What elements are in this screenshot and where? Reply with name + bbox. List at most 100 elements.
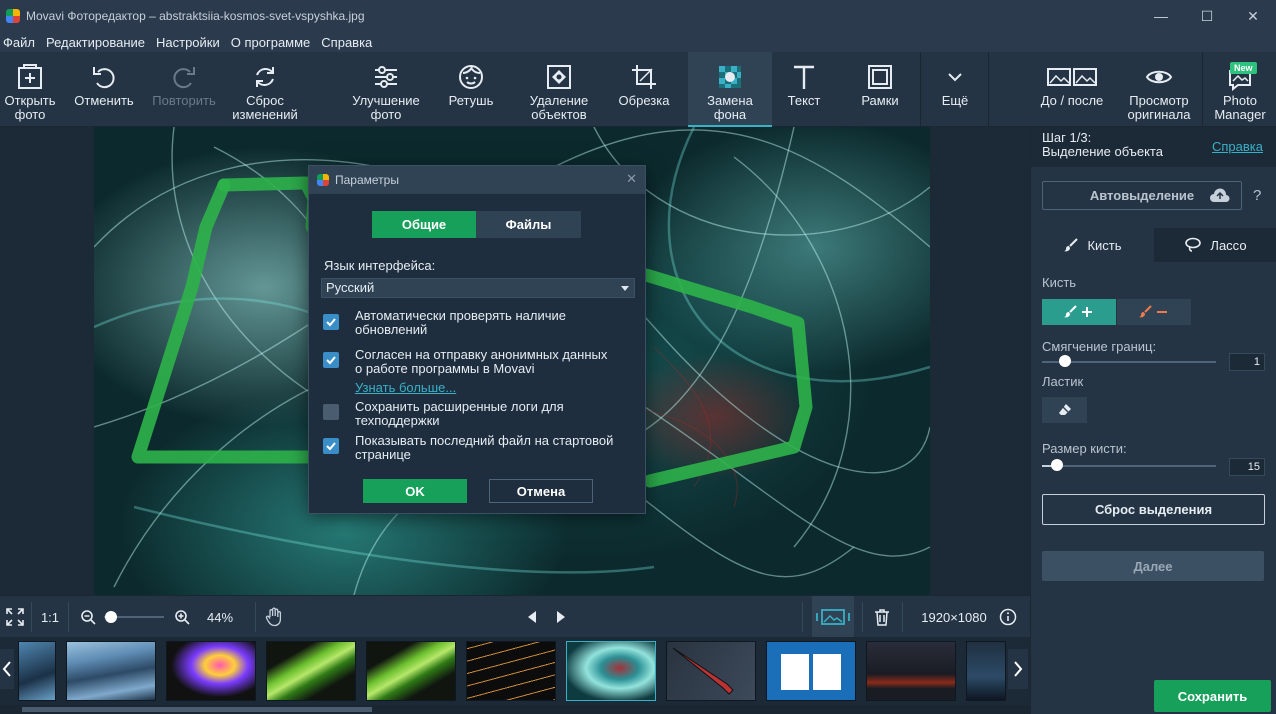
hand-icon [265,607,282,627]
remove-objects-button[interactable]: Удаление объектов [516,52,602,127]
thumbnail[interactable] [766,641,856,701]
menu-settings[interactable]: Настройки [153,35,228,50]
checkbox-auto-update[interactable] [323,314,339,330]
zoom-slider-handle[interactable] [105,611,118,623]
window-title: Movavi Фоторедактор – abstraktsiia-kosmo… [26,9,365,23]
brush-subtract-button[interactable] [1117,299,1191,325]
thumbnail[interactable] [966,641,1006,701]
reset-selection-button[interactable]: Сброс выделения [1042,494,1265,525]
next-image-button[interactable] [549,596,573,638]
frames-button[interactable]: Рамки [852,52,908,127]
checkbox-extended-logs[interactable] [323,404,339,420]
thumbnail[interactable] [166,641,256,701]
thumbnail[interactable] [66,641,156,701]
tab-files[interactable]: Файлы [476,211,581,238]
filmstrip-next-button[interactable] [1008,649,1028,689]
undo-button[interactable]: Отменить [66,52,142,127]
thumbnail[interactable] [266,641,356,701]
minimize-button[interactable]: — [1138,0,1184,32]
cancel-button[interactable]: Отмена [489,479,593,503]
filmstrip-prev-button[interactable] [0,649,14,689]
thumbnail[interactable] [18,641,56,701]
redo-button[interactable]: Повторить [146,52,222,127]
checkbox-show-last-file[interactable] [323,438,339,454]
fit-screen-icon [6,608,24,626]
auto-update-label: Автоматически проверять наличие обновлен… [355,308,566,337]
text-button[interactable]: Текст [776,52,832,127]
horizontal-scrollbar[interactable] [0,705,1030,714]
pan-tool-button[interactable] [262,596,286,638]
checkmark-icon [326,318,336,327]
text-label: Текст [787,93,821,108]
tab-lasso[interactable]: Лассо [1154,228,1276,262]
feather-label: Смягчение границ: [1042,339,1157,354]
auto-select-help-icon[interactable]: ? [1253,187,1261,204]
language-select[interactable]: Русский [321,278,635,298]
menu-edit[interactable]: Редактирование [43,35,153,50]
face-icon [457,60,485,94]
eraser-icon [1058,404,1071,415]
zoom-out-button[interactable] [76,596,100,638]
fit-screen-button[interactable] [0,596,30,638]
close-window-button[interactable]: ✕ [1230,0,1276,32]
tab-brush[interactable]: Кисть [1031,228,1154,262]
scrollbar-thumb[interactable] [22,707,372,712]
checkmark-icon [326,442,336,451]
thumbnail-selected[interactable] [566,641,656,701]
tab-general[interactable]: Общие [372,211,476,238]
thumbnail[interactable] [666,641,756,701]
crop-icon [630,60,658,94]
auto-select-button[interactable]: Автовыделение [1042,181,1242,210]
save-button[interactable]: Сохранить [1154,680,1271,712]
divider [862,602,863,632]
actual-size-button[interactable]: 1:1 [34,596,66,638]
delete-image-button[interactable] [868,596,896,638]
sliders-icon [372,60,400,94]
previous-image-button[interactable] [520,596,544,638]
zoom-in-button[interactable] [170,596,194,638]
filmstrip-icon [816,609,850,625]
triangle-left-icon [528,611,536,623]
reset-changes-label: Сброс изменений [232,93,298,122]
before-after-button[interactable]: До / после [1030,52,1114,127]
more-button[interactable]: Ещё [924,52,986,127]
before-after-label: До / после [1040,93,1104,108]
feather-value-input[interactable]: 1 [1229,353,1265,371]
thumbnail[interactable] [466,641,556,701]
eraser-button[interactable] [1042,397,1087,423]
checkbox-anonymous-data[interactable] [323,352,339,368]
title-bar: Movavi Фоторедактор – abstraktsiia-kosmo… [0,0,1276,32]
menu-help[interactable]: Справка [318,35,380,50]
reset-changes-button[interactable]: Сброс изменений [226,52,304,127]
divider [68,602,69,632]
menu-file[interactable]: Файл [0,35,43,50]
enhance-photo-button[interactable]: Улучшение фото [342,52,430,127]
thumbnail[interactable] [366,641,456,701]
brush-size-slider[interactable] [1042,465,1216,467]
learn-more-link[interactable]: Узнать больше... [355,381,456,395]
menu-about[interactable]: О программе [228,35,319,50]
maximize-button[interactable]: ☐ [1184,0,1230,32]
photo-manager-button[interactable]: New Photo Manager [1204,52,1276,127]
close-icon[interactable]: ✕ [626,171,637,187]
filmstrip-toggle-button[interactable] [812,596,854,638]
zoom-bar: 1:1 44% 1920×1080 [0,595,1030,638]
ok-button[interactable]: OK [363,479,467,503]
help-link[interactable]: Справка [1212,139,1263,154]
brush-size-slider-handle[interactable] [1051,459,1063,471]
open-photo-button[interactable]: Открыть фото [0,52,60,127]
anonymous-data-label: Согласен на отправку анонимных данных о … [355,347,608,376]
background-replace-button[interactable]: Замена фона [688,52,772,127]
retouch-button[interactable]: Ретушь [438,52,504,127]
brush-size-value-input[interactable]: 15 [1229,458,1265,476]
thumbnail[interactable] [866,641,956,701]
main-toolbar: Открыть фото Отменить Повторить Сброс из… [0,52,1276,127]
crop-button[interactable]: Обрезка [608,52,680,127]
next-button[interactable]: Далее [1042,551,1264,581]
view-original-button[interactable]: Просмотр оригинала [1120,52,1198,127]
info-button[interactable] [996,596,1020,638]
brush-add-button[interactable] [1042,299,1116,325]
info-icon [999,608,1017,626]
dialog-title-bar[interactable]: Параметры ✕ [309,166,645,194]
feather-slider-handle[interactable] [1059,355,1071,367]
